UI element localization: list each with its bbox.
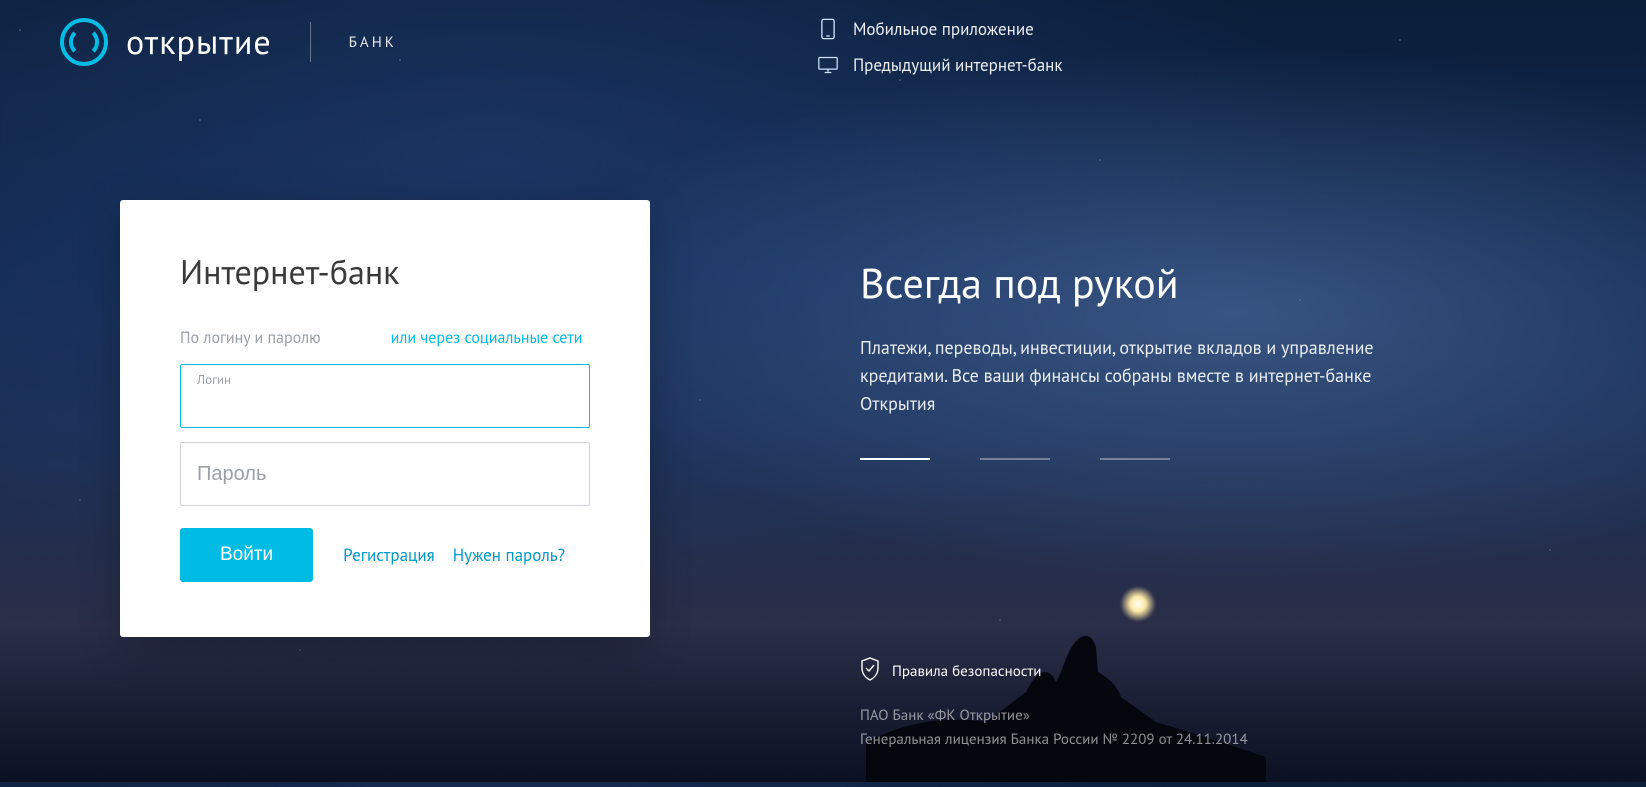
- brand-logo[interactable]: открытие БАНК: [60, 18, 397, 66]
- legal-line-2: Генеральная лицензия Банка России № 2209…: [860, 728, 1248, 752]
- security-rules-link[interactable]: Правила безопасности: [860, 657, 1248, 686]
- brand-divider: [310, 22, 311, 62]
- logo-mark-icon: [60, 18, 108, 66]
- slider-indicators: [860, 458, 1536, 460]
- login-input[interactable]: [181, 365, 589, 427]
- security-rules-label: Правила безопасности: [892, 662, 1041, 681]
- register-link[interactable]: Регистрация: [343, 544, 435, 566]
- monitor-icon: [817, 56, 839, 74]
- login-label: Логин: [197, 371, 231, 388]
- tab-credentials[interactable]: По логину и паролю: [180, 328, 321, 348]
- hero-description: Платежи, переводы, инвестиции, открытие …: [860, 334, 1420, 418]
- login-field-wrapper: Логин: [180, 364, 590, 428]
- tab-social[interactable]: или через социальные сети: [391, 328, 583, 348]
- login-title: Интернет-банк: [180, 250, 590, 294]
- lantern-glow: [1120, 586, 1156, 622]
- submit-button[interactable]: Войти: [180, 528, 313, 582]
- password-input[interactable]: [181, 443, 589, 505]
- hero-section: Всегда под рукой Платежи, переводы, инве…: [860, 255, 1536, 460]
- previous-bank-label: Предыдущий интернет-банк: [853, 54, 1063, 76]
- phone-icon: [817, 18, 839, 40]
- previous-bank-link[interactable]: Предыдущий интернет-банк: [817, 54, 1063, 76]
- mobile-app-label: Мобильное приложение: [853, 18, 1034, 40]
- brand-name: открытие: [126, 20, 272, 64]
- shield-icon: [860, 657, 880, 686]
- need-password-link[interactable]: Нужен пароль?: [453, 544, 565, 566]
- slide-indicator-2[interactable]: [980, 458, 1050, 460]
- slide-indicator-3[interactable]: [1100, 458, 1170, 460]
- mobile-app-link[interactable]: Мобильное приложение: [817, 18, 1063, 40]
- slide-indicator-1[interactable]: [860, 458, 930, 460]
- legal-line-1: ПАО Банк «ФК Открытие»: [860, 704, 1248, 728]
- brand-sublabel: БАНК: [349, 33, 397, 52]
- login-card: Интернет-банк По логину и паролю или чер…: [120, 200, 650, 637]
- hero-title: Всегда под рукой: [860, 255, 1536, 310]
- password-field-wrapper: [180, 442, 590, 506]
